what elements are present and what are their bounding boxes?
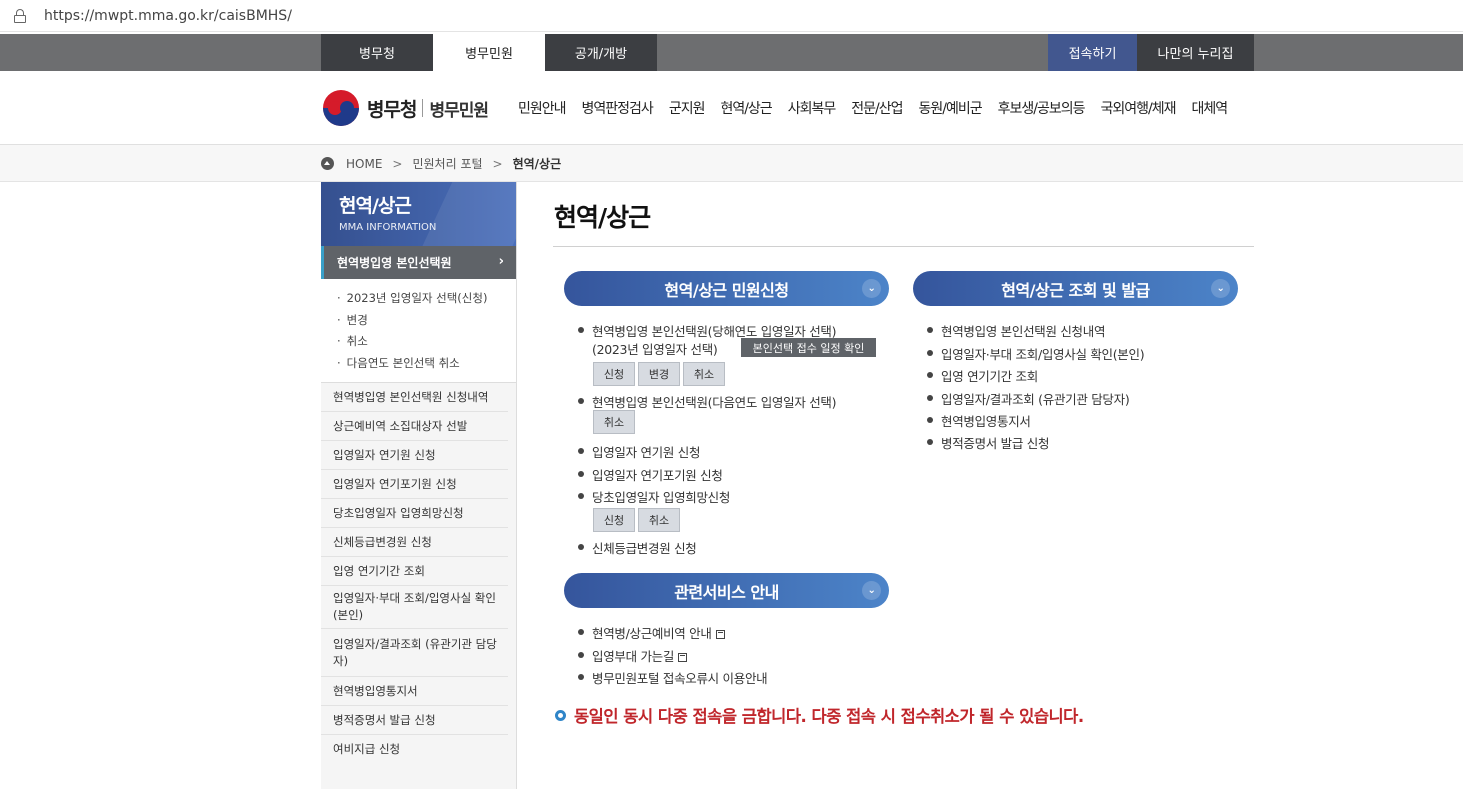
new-window-icon: [678, 653, 688, 662]
list-item[interactable]: 병무민원포털 접속오류시 이용안내: [578, 668, 768, 687]
new-window-icon: [715, 630, 725, 639]
schedule-check-button[interactable]: 본인선택 접수 일정 확인: [741, 338, 876, 357]
chevron-right-icon: >: [492, 156, 503, 171]
tab-open[interactable]: 공개/개방: [545, 34, 657, 71]
sidebar-header: 현역/상근 MMA INFORMATION: [321, 182, 516, 246]
sidebar-item[interactable]: 입영일자/결과조회 (유관기관 담당자): [321, 629, 508, 677]
site-logo[interactable]: 병무청 병무민원: [323, 90, 489, 126]
chevron-down-icon: ⌄: [862, 279, 881, 298]
sidebar-item[interactable]: 입영일자·부대 조회/입영사실 확인(본인): [321, 586, 508, 629]
apply-button[interactable]: 신청: [593, 508, 635, 532]
apply-button[interactable]: 신청: [593, 362, 635, 386]
nav-item-social-service[interactable]: 사회복무: [788, 98, 837, 118]
url-field[interactable]: https://mwpt.mma.go.kr/caisBMHS/: [44, 8, 292, 24]
chevron-down-icon: ⌄: [1211, 279, 1230, 298]
nav-item-reserve[interactable]: 동원/예비군: [918, 98, 982, 118]
sidebar-item[interactable]: 여비지급 신청: [321, 735, 508, 764]
sidebar-list: 현역병입영 본인선택원 신청내역 상근예비역 소집대상자 선발 입영일자 연기원…: [321, 383, 516, 764]
list-item[interactable]: 입영일자·부대 조회/입영사실 확인(본인): [927, 344, 1145, 363]
sidebar-item[interactable]: 상근예비역 소집대상자 선발: [321, 412, 508, 441]
chevron-right-icon: ›: [498, 254, 504, 269]
section-apply-header[interactable]: 현역/상근 민원신청 ⌄: [564, 271, 889, 306]
sidebar-item[interactable]: 신체등급변경원 신청: [321, 528, 508, 557]
chevron-right-icon: >: [392, 156, 403, 171]
tab-civil-service[interactable]: 병무민원: [433, 34, 545, 71]
sidebar-item-selected[interactable]: 현역병입영 본인선택원 ›: [321, 246, 516, 279]
nav-item-exam[interactable]: 병역판정검사: [582, 98, 654, 118]
submenu-item[interactable]: 취소: [337, 331, 516, 353]
nav-item-guide[interactable]: 민원안내: [518, 98, 567, 118]
list-item[interactable]: 신체등급변경원 신청: [578, 538, 697, 557]
submenu-item[interactable]: 2023년 입영일자 선택(신청): [337, 288, 516, 310]
nav-item-active-duty[interactable]: 현역/상근: [720, 98, 772, 118]
list-item[interactable]: 입영일자 연기포기원 신청: [578, 465, 723, 484]
nav-item-industry[interactable]: 전문/산업: [851, 98, 903, 118]
site-header: 병무청 병무민원 민원안내 병역판정검사 군지원 현역/상근 사회복무 전문/산…: [0, 71, 1463, 145]
sidebar-item[interactable]: 당초입영일자 입영희망신청: [321, 499, 508, 528]
list-item[interactable]: 당초입영일자 입영희망신청: [578, 487, 730, 506]
section-inquiry-header[interactable]: 현역/상근 조회 및 발급 ⌄: [913, 271, 1238, 306]
breadcrumb-portal[interactable]: 민원처리 포털: [412, 155, 482, 172]
main-nav: 민원안내 병역판정검사 군지원 현역/상근 사회복무 전문/산업 동원/예비군 …: [518, 98, 1243, 118]
nav-item-candidate[interactable]: 후보생/공보의등: [998, 98, 1086, 118]
sidebar-subtitle: MMA INFORMATION: [339, 222, 437, 233]
nav-item-overseas[interactable]: 국외여행/체재: [1101, 98, 1177, 118]
section-related-header[interactable]: 관련서비스 안내 ⌄: [564, 573, 889, 608]
submenu-item[interactable]: 변경: [337, 310, 516, 332]
cancel-button[interactable]: 취소: [683, 362, 725, 386]
sidebar-item[interactable]: 병적증명서 발급 신청: [321, 706, 508, 735]
submenu-item[interactable]: 다음연도 본인선택 취소: [337, 353, 516, 375]
home-icon[interactable]: [321, 157, 334, 170]
list-item[interactable]: 현역병/상근예비역 안내: [578, 623, 725, 642]
nav-item-military[interactable]: 군지원: [669, 98, 706, 118]
list-item[interactable]: 입영일자 연기원 신청: [578, 442, 700, 461]
list-item[interactable]: 입영일자/결과조회 (유관기관 담당자): [927, 389, 1130, 408]
circle-bullet-icon: [555, 709, 566, 721]
taegeuk-logo-icon: [323, 90, 359, 126]
warning-notice: 동일인 동시 다중 접속을 금합니다. 다중 접속 시 접수취소가 될 수 있습…: [555, 703, 1084, 727]
list-item[interactable]: 병적증명서 발급 신청: [927, 433, 1049, 452]
browser-address-bar: https://mwpt.mma.go.kr/caisBMHS/: [0, 0, 1463, 32]
list-item[interactable]: 입영부대 가는길: [578, 646, 688, 665]
lock-icon: [14, 8, 26, 23]
page-title: 현역/상근: [554, 203, 651, 232]
list-item[interactable]: 현역병입영통지서: [927, 411, 1031, 430]
sidebar: 현역/상근 MMA INFORMATION 현역병입영 본인선택원 › 2023…: [321, 182, 517, 789]
logo-sub-text: 병무민원: [429, 100, 489, 121]
logo-main-text: 병무청: [367, 98, 417, 121]
breadcrumb-home[interactable]: HOME: [346, 157, 382, 171]
nav-item-alternative[interactable]: 대체역: [1192, 98, 1229, 118]
login-button[interactable]: 접속하기: [1048, 34, 1137, 71]
sidebar-item[interactable]: 현역병입영 본인선택원 신청내역: [321, 383, 508, 412]
sidebar-item[interactable]: 입영일자 연기포기원 신청: [321, 470, 508, 499]
sidebar-submenu: 2023년 입영일자 선택(신청) 변경 취소 다음연도 본인선택 취소: [321, 279, 516, 383]
top-bar: 병무청 병무민원 공개/개방 접속하기 나만의 누리집: [0, 34, 1463, 71]
breadcrumb-current: 현역/상근: [512, 157, 562, 171]
list-item[interactable]: 현역병입영 본인선택원 신청내역: [927, 321, 1105, 340]
cancel-button[interactable]: 취소: [638, 508, 680, 532]
list-item[interactable]: 현역병입영 본인선택원(다음연도 입영일자 선택): [578, 392, 836, 411]
list-item[interactable]: 입영 연기기간 조회: [927, 366, 1038, 385]
chevron-down-icon: ⌄: [862, 581, 881, 600]
list-item-subline: (2023년 입영일자 선택): [592, 342, 718, 357]
tab-mma[interactable]: 병무청: [321, 34, 433, 71]
sidebar-item[interactable]: 현역병입영통지서: [321, 677, 508, 706]
my-page-button[interactable]: 나만의 누리집: [1137, 34, 1254, 71]
cancel-button[interactable]: 취소: [593, 410, 635, 434]
sidebar-item[interactable]: 입영 연기기간 조회: [321, 557, 508, 586]
change-button[interactable]: 변경: [638, 362, 680, 386]
breadcrumb: HOME > 민원처리 포털 > 현역/상근: [0, 145, 1463, 182]
sidebar-item[interactable]: 입영일자 연기원 신청: [321, 441, 508, 470]
